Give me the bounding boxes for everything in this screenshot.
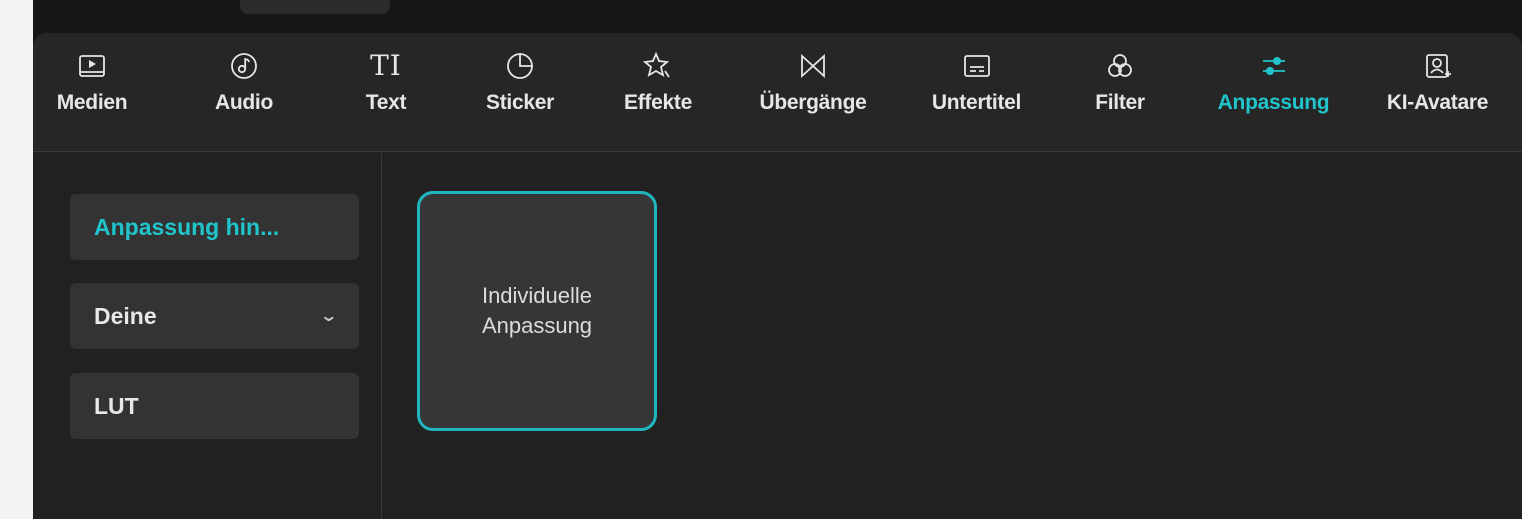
filter-icon xyxy=(1108,54,1132,77)
sidebar-item-anpassung-hinzufuegen[interactable]: Anpassung hin... xyxy=(70,194,359,260)
tool-label: Medien xyxy=(56,91,128,114)
sidebar-item-deine[interactable]: Deine ⌄ xyxy=(70,283,359,349)
card-label-line1: Individuelle xyxy=(481,283,593,309)
tool-label: Übergänge xyxy=(759,91,867,114)
tool-label: Anpassung xyxy=(1217,91,1330,114)
effects-icon xyxy=(643,51,670,78)
tool-text[interactable]: TI Text xyxy=(346,51,426,137)
transitions-icon xyxy=(801,53,825,79)
tool-medien[interactable]: Medien xyxy=(47,51,137,137)
text-icon: TI xyxy=(370,49,402,82)
tool-label: Filter xyxy=(1095,91,1145,114)
tool-label: KI-Avatare xyxy=(1386,91,1489,114)
sidebar-item-label: Deine xyxy=(94,302,157,329)
tool-anpassung[interactable]: Anpassung xyxy=(1196,51,1351,137)
adjustment-sidebar: Anpassung hin... Deine ⌄ LUT xyxy=(33,153,382,519)
ai-avatar-icon xyxy=(1425,54,1451,78)
tool-ki-avatare[interactable]: KI-Avatare xyxy=(1365,51,1510,137)
card-label: Individuelle Anpassung xyxy=(482,281,592,340)
tool-label: Audio xyxy=(215,91,273,114)
sidebar-item-label: LUT xyxy=(94,392,139,419)
custom-adjustment-card[interactable]: Individuelle Anpassung xyxy=(417,191,657,431)
tool-uebergaenge[interactable]: Übergänge xyxy=(738,51,888,137)
sidebar-item-label: Anpassung hin... xyxy=(94,213,280,240)
adjustment-icon xyxy=(1262,57,1285,75)
tool-label: Effekte xyxy=(624,91,692,114)
tool-untertitel[interactable]: Untertitel xyxy=(909,51,1044,137)
tool-label: Untertitel xyxy=(931,91,1022,114)
media-toolbar: Medien Audio TI Text Sticker Effekte Übe… xyxy=(33,33,1522,152)
card-label-line2: Anpassung xyxy=(481,313,593,338)
tool-label: Sticker xyxy=(486,91,554,114)
editor-panel: Medien Audio TI Text Sticker Effekte Übe… xyxy=(33,33,1522,519)
tool-label: Text xyxy=(365,91,407,114)
media-icon xyxy=(79,55,105,77)
sidebar-item-lut[interactable]: LUT xyxy=(70,373,359,439)
subtitles-icon xyxy=(963,55,990,77)
tool-effekte[interactable]: Effekte xyxy=(603,51,713,137)
top-tab-stub[interactable] xyxy=(240,0,390,14)
tool-audio[interactable]: Audio xyxy=(199,51,289,137)
sticker-icon xyxy=(507,53,533,79)
audio-icon xyxy=(231,53,257,79)
tool-sticker[interactable]: Sticker xyxy=(470,51,570,137)
tool-filter[interactable]: Filter xyxy=(1075,51,1165,137)
chevron-down-icon: ⌄ xyxy=(318,308,338,325)
